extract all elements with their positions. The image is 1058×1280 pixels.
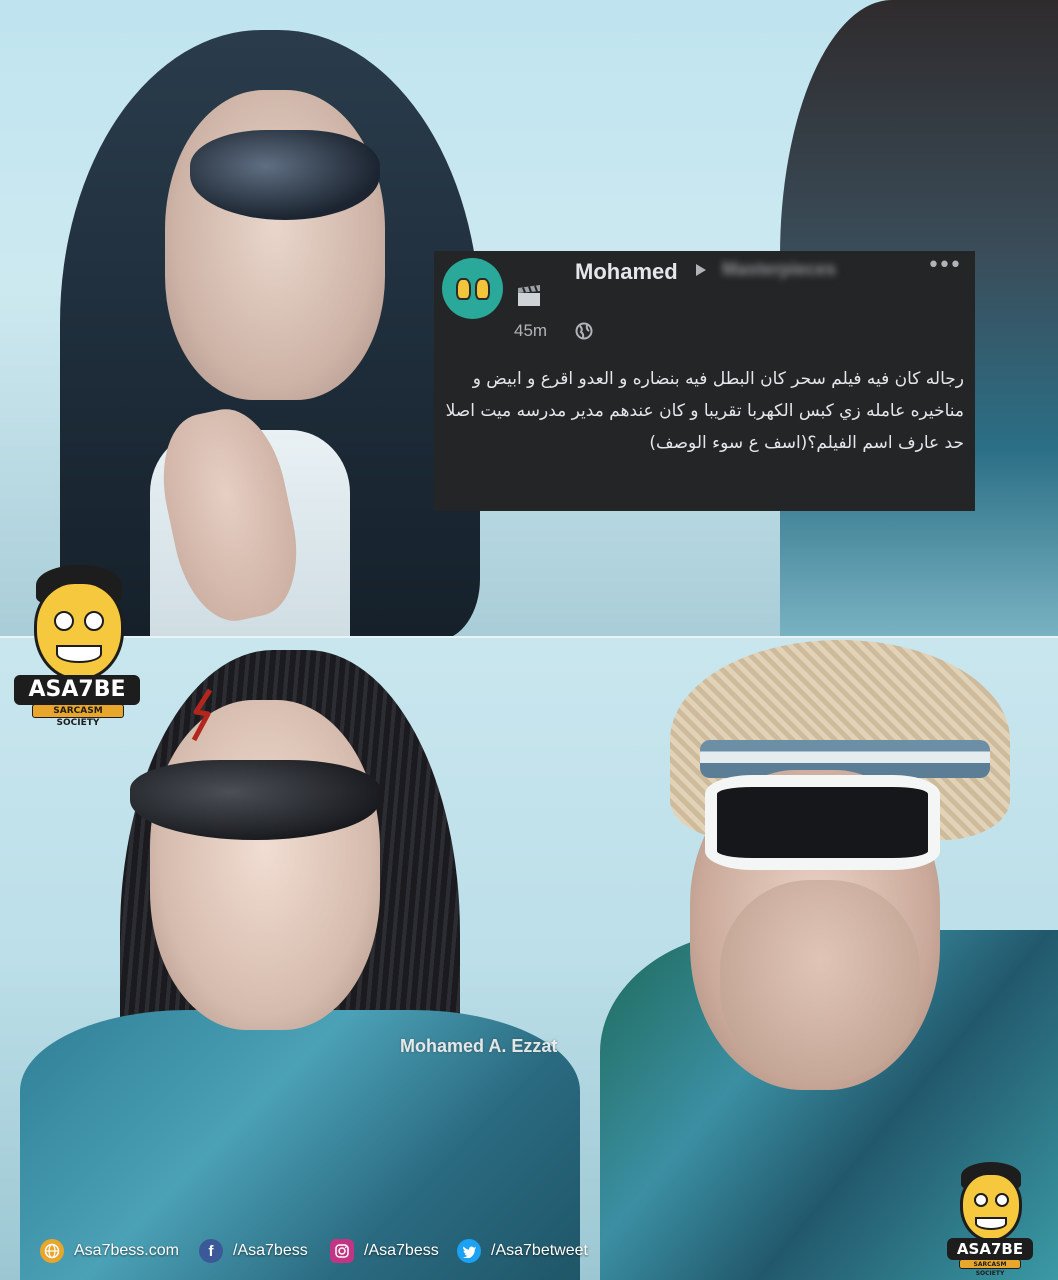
post-author[interactable]: Mohamed	[575, 259, 678, 285]
asa7be-logo: ASA7BE SARCASM SOCIETY	[12, 563, 142, 728]
avatar-figure	[474, 277, 490, 300]
footer-label: /Asa7bess	[233, 1242, 308, 1259]
watermark: Mohamed A. Ezzat	[400, 1036, 558, 1056]
sunglasses	[190, 130, 380, 220]
hand-over-mouth	[720, 880, 920, 1080]
logo-eye	[54, 611, 74, 631]
footer-instagram[interactable]: /Asa7bess	[330, 1238, 439, 1264]
footer-social-bar: Asa7bess.com f /Asa7bess /Asa7bess /Asa7…	[0, 1222, 1058, 1280]
logo-mouth	[56, 645, 102, 663]
post-text: رجاله كان فيه فيلم سحر كان البطل فيه بنض…	[445, 369, 964, 453]
logo-eye	[974, 1193, 988, 1207]
logo-eye	[995, 1193, 1009, 1207]
white-frame-sunglasses	[705, 775, 940, 870]
footer-label: /Asa7betweet	[491, 1242, 588, 1259]
footer-label: Asa7bess.com	[74, 1242, 179, 1259]
smiling-face	[150, 700, 380, 1030]
logo-eye	[84, 611, 104, 631]
post-group[interactable]: Masterpieces	[722, 259, 836, 280]
logo-subtitle: SARCASM SOCIETY	[32, 704, 124, 728]
facebook-icon: f	[199, 1239, 223, 1263]
aviator-sunglasses	[130, 760, 380, 840]
meme-bottom-panel	[0, 638, 1058, 1280]
lightning-scar-icon	[191, 688, 213, 742]
logo-title: ASA7BE	[14, 675, 140, 705]
footer-label: /Asa7bess	[364, 1242, 439, 1259]
logo-face	[34, 581, 124, 681]
more-icon[interactable]: •••	[927, 253, 962, 278]
post-time[interactable]: 45m	[514, 321, 547, 341]
avatar[interactable]	[442, 258, 503, 319]
globe-icon	[575, 322, 593, 340]
facebook-post-card: Mohamed Masterpieces ••• 45m رجاله كان ف…	[434, 251, 975, 511]
instagram-icon	[330, 1239, 354, 1263]
clapper-board-icon	[518, 285, 540, 306]
footer-facebook[interactable]: f /Asa7bess	[199, 1238, 308, 1264]
avatar-figure	[455, 277, 471, 300]
globe-icon	[40, 1239, 64, 1263]
arrow-right-icon	[696, 264, 706, 276]
twitter-icon	[457, 1239, 481, 1263]
footer-website[interactable]: Asa7bess.com	[40, 1238, 179, 1264]
footer-twitter[interactable]: /Asa7betweet	[457, 1238, 588, 1264]
